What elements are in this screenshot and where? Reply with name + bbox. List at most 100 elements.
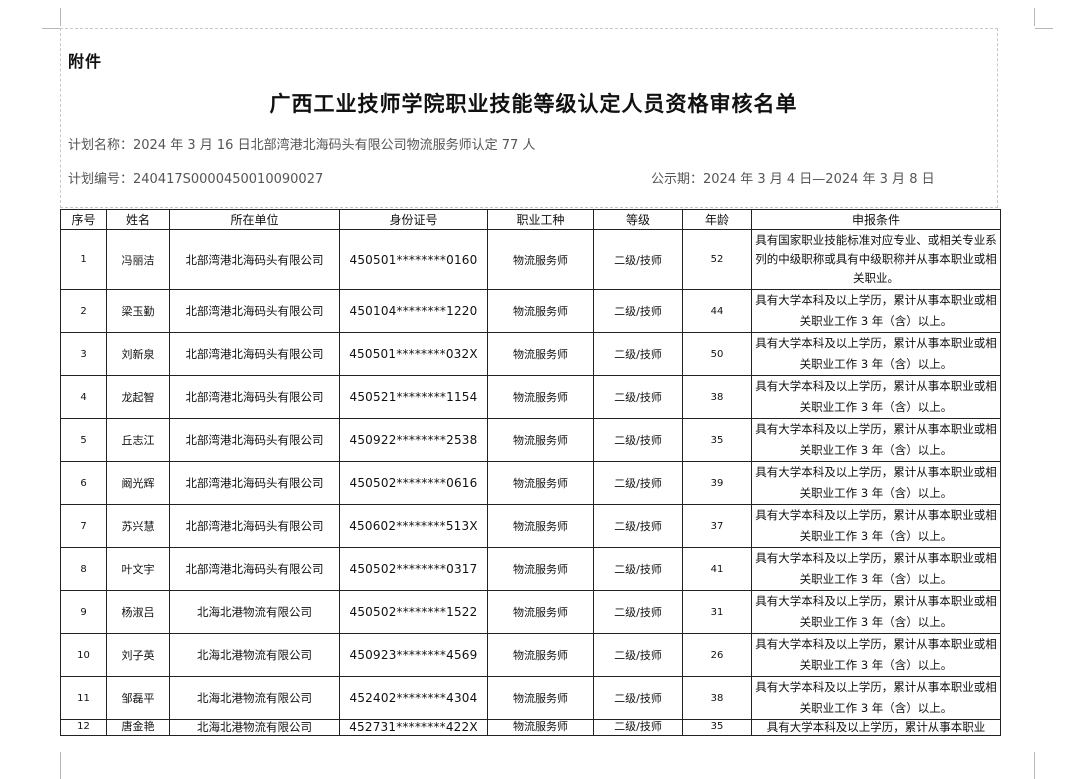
row-occupation: 物流服务师 — [487, 418, 594, 462]
table-row: 8 叶文宇 北部湾港北海码头有限公司 450502********0317 物流… — [60, 547, 1001, 591]
row-index: 2 — [60, 289, 107, 333]
row-occupation: 物流服务师 — [487, 590, 594, 634]
row-unit: 北海北港物流有限公司 — [169, 719, 340, 736]
attachment-label: 附件 — [68, 52, 103, 71]
row-age: 35 — [682, 418, 752, 462]
row-index: 8 — [60, 547, 107, 591]
row-id-number: 450923********4569 — [339, 633, 488, 677]
row-index: 7 — [60, 504, 107, 548]
row-name: 刘新泉 — [106, 332, 170, 376]
row-condition: 具有大学本科及以上学历，累计从事本职业或相关职业工作 3 年（含）以上。 — [751, 375, 1001, 419]
row-level: 二级/技师 — [593, 289, 683, 333]
row-unit: 北部湾港北海码头有限公司 — [169, 418, 340, 462]
row-id-number: 450104********1220 — [339, 289, 488, 333]
row-id-number: 450521********1154 — [339, 375, 488, 419]
row-age: 31 — [682, 590, 752, 634]
table-row: 7 苏兴慧 北部湾港北海码头有限公司 450602********513X 物流… — [60, 504, 1001, 548]
table-row: 9 杨淑吕 北海北港物流有限公司 450502********1522 物流服务… — [60, 590, 1001, 634]
row-index: 10 — [60, 633, 107, 677]
row-index: 5 — [60, 418, 107, 462]
table-row: 10 刘子英 北海北港物流有限公司 450923********4569 物流服… — [60, 633, 1001, 677]
row-condition: 具有大学本科及以上学历，累计从事本职业或相关职业工作 3 年（含）以上。 — [751, 289, 1001, 333]
row-level: 二级/技师 — [593, 633, 683, 677]
row-index: 3 — [60, 332, 107, 376]
row-id-number: 450501********0160 — [339, 229, 488, 290]
row-unit: 北部湾港北海码头有限公司 — [169, 547, 340, 591]
row-level: 二级/技师 — [593, 375, 683, 419]
row-unit: 北部湾港北海码头有限公司 — [169, 289, 340, 333]
row-unit: 北部湾港北海码头有限公司 — [169, 504, 340, 548]
plan-name-value: 2024 年 3 月 16 日北部湾港北海码头有限公司物流服务师认定 77 人 — [133, 138, 536, 153]
publicity-period-line: 公示期：2024 年 3 月 4 日—2024 年 3 月 8 日 — [651, 168, 935, 187]
table-row: 4 龙起智 北部湾港北海码头有限公司 450521********1154 物流… — [60, 375, 1001, 419]
row-age: 37 — [682, 504, 752, 548]
table-row: 2 梁玉勤 北部湾港北海码头有限公司 450104********1220 物流… — [60, 289, 1001, 333]
column-header-condition: 申报条件 — [751, 209, 1001, 230]
row-level: 二级/技师 — [593, 504, 683, 548]
table-row: 5 丘志江 北部湾港北海码头有限公司 450922********2538 物流… — [60, 418, 1001, 462]
row-id-number: 452402********4304 — [339, 676, 488, 720]
column-header-unit: 所在单位 — [169, 209, 340, 230]
row-condition: 具有大学本科及以上学历，累计从事本职业或相关职业工作 3 年（含）以上。 — [751, 676, 1001, 720]
row-index: 11 — [60, 676, 107, 720]
row-age: 44 — [682, 289, 752, 333]
row-id-number: 450502********1522 — [339, 590, 488, 634]
column-header-occupation: 职业工种 — [487, 209, 594, 230]
row-condition: 具有大学本科及以上学历，累计从事本职业或相关职业工作 3 年（含）以上。 — [751, 633, 1001, 677]
row-age: 41 — [682, 547, 752, 591]
row-name: 叶文宇 — [106, 547, 170, 591]
row-condition: 具有大学本科及以上学历，累计从事本职业或相关职业工作 3 年（含）以上。 — [751, 332, 1001, 376]
row-condition: 具有大学本科及以上学历，累计从事本职业或相关职业工作 3 年（含）以上。 — [751, 547, 1001, 591]
table-row: 11 邹磊平 北海北港物流有限公司 452402********4304 物流服… — [60, 676, 1001, 720]
row-name: 杨淑吕 — [106, 590, 170, 634]
row-unit: 北部湾港北海码头有限公司 — [169, 229, 340, 290]
row-occupation: 物流服务师 — [487, 547, 594, 591]
row-unit: 北部湾港北海码头有限公司 — [169, 375, 340, 419]
publicity-period-value: 2024 年 3 月 4 日—2024 年 3 月 8 日 — [703, 172, 935, 187]
document-page: 附件 广西工业技师学院职业技能等级认定人员资格审核名单 计划名称：2024 年 … — [0, 0, 1067, 779]
row-id-number: 452731********422X — [339, 719, 488, 736]
row-index: 1 — [60, 229, 107, 290]
row-id-number: 450502********0317 — [339, 547, 488, 591]
row-occupation: 物流服务师 — [487, 461, 594, 505]
row-condition: 具有大学本科及以上学历，累计从事本职业或相关职业工作 3 年（含）以上。 — [751, 504, 1001, 548]
row-level: 二级/技师 — [593, 229, 683, 290]
column-header-level: 等级 — [593, 209, 683, 230]
row-index: 6 — [60, 461, 107, 505]
row-name: 龙起智 — [106, 375, 170, 419]
row-age: 38 — [682, 676, 752, 720]
row-unit: 北海北港物流有限公司 — [169, 676, 340, 720]
row-level: 二级/技师 — [593, 590, 683, 634]
row-level: 二级/技师 — [593, 418, 683, 462]
column-header-id-number: 身份证号 — [339, 209, 488, 230]
crop-mark — [60, 8, 61, 26]
row-occupation: 物流服务师 — [487, 229, 594, 290]
row-condition: 具有大学本科及以上学历，累计从事本职业或相关职业工作 3 年（含）以上。 — [751, 461, 1001, 505]
row-age: 52 — [682, 229, 752, 290]
column-header-age: 年龄 — [682, 209, 752, 230]
row-name: 梁玉勤 — [106, 289, 170, 333]
row-occupation: 物流服务师 — [487, 375, 594, 419]
row-occupation: 物流服务师 — [487, 676, 594, 720]
plan-name-line: 计划名称：2024 年 3 月 16 日北部湾港北海码头有限公司物流服务师认定 … — [68, 134, 535, 153]
crop-mark — [1034, 8, 1035, 26]
row-unit: 北海北港物流有限公司 — [169, 590, 340, 634]
row-occupation: 物流服务师 — [487, 633, 594, 677]
row-index: 12 — [60, 719, 107, 736]
row-name: 冯丽洁 — [106, 229, 170, 290]
row-age: 39 — [682, 461, 752, 505]
row-id-number: 450502********0616 — [339, 461, 488, 505]
row-id-number: 450602********513X — [339, 504, 488, 548]
row-unit: 北部湾港北海码头有限公司 — [169, 332, 340, 376]
row-level: 二级/技师 — [593, 461, 683, 505]
plan-number-value: 240417S0000450010090027 — [133, 172, 324, 187]
row-index: 4 — [60, 375, 107, 419]
table-row: 1 冯丽洁 北部湾港北海码头有限公司 450501********0160 物流… — [60, 229, 1001, 290]
row-occupation: 物流服务师 — [487, 719, 594, 736]
crop-mark — [42, 28, 60, 29]
table-row: 3 刘新泉 北部湾港北海码头有限公司 450501********032X 物流… — [60, 332, 1001, 376]
plan-number-line: 计划编号：240417S0000450010090027 — [68, 168, 323, 187]
qualification-table: 序号 姓名 所在单位 身份证号 职业工种 等级 年龄 申报条件 1 冯丽洁 北部… — [60, 209, 1001, 736]
crop-mark — [1034, 752, 1035, 779]
row-occupation: 物流服务师 — [487, 332, 594, 376]
